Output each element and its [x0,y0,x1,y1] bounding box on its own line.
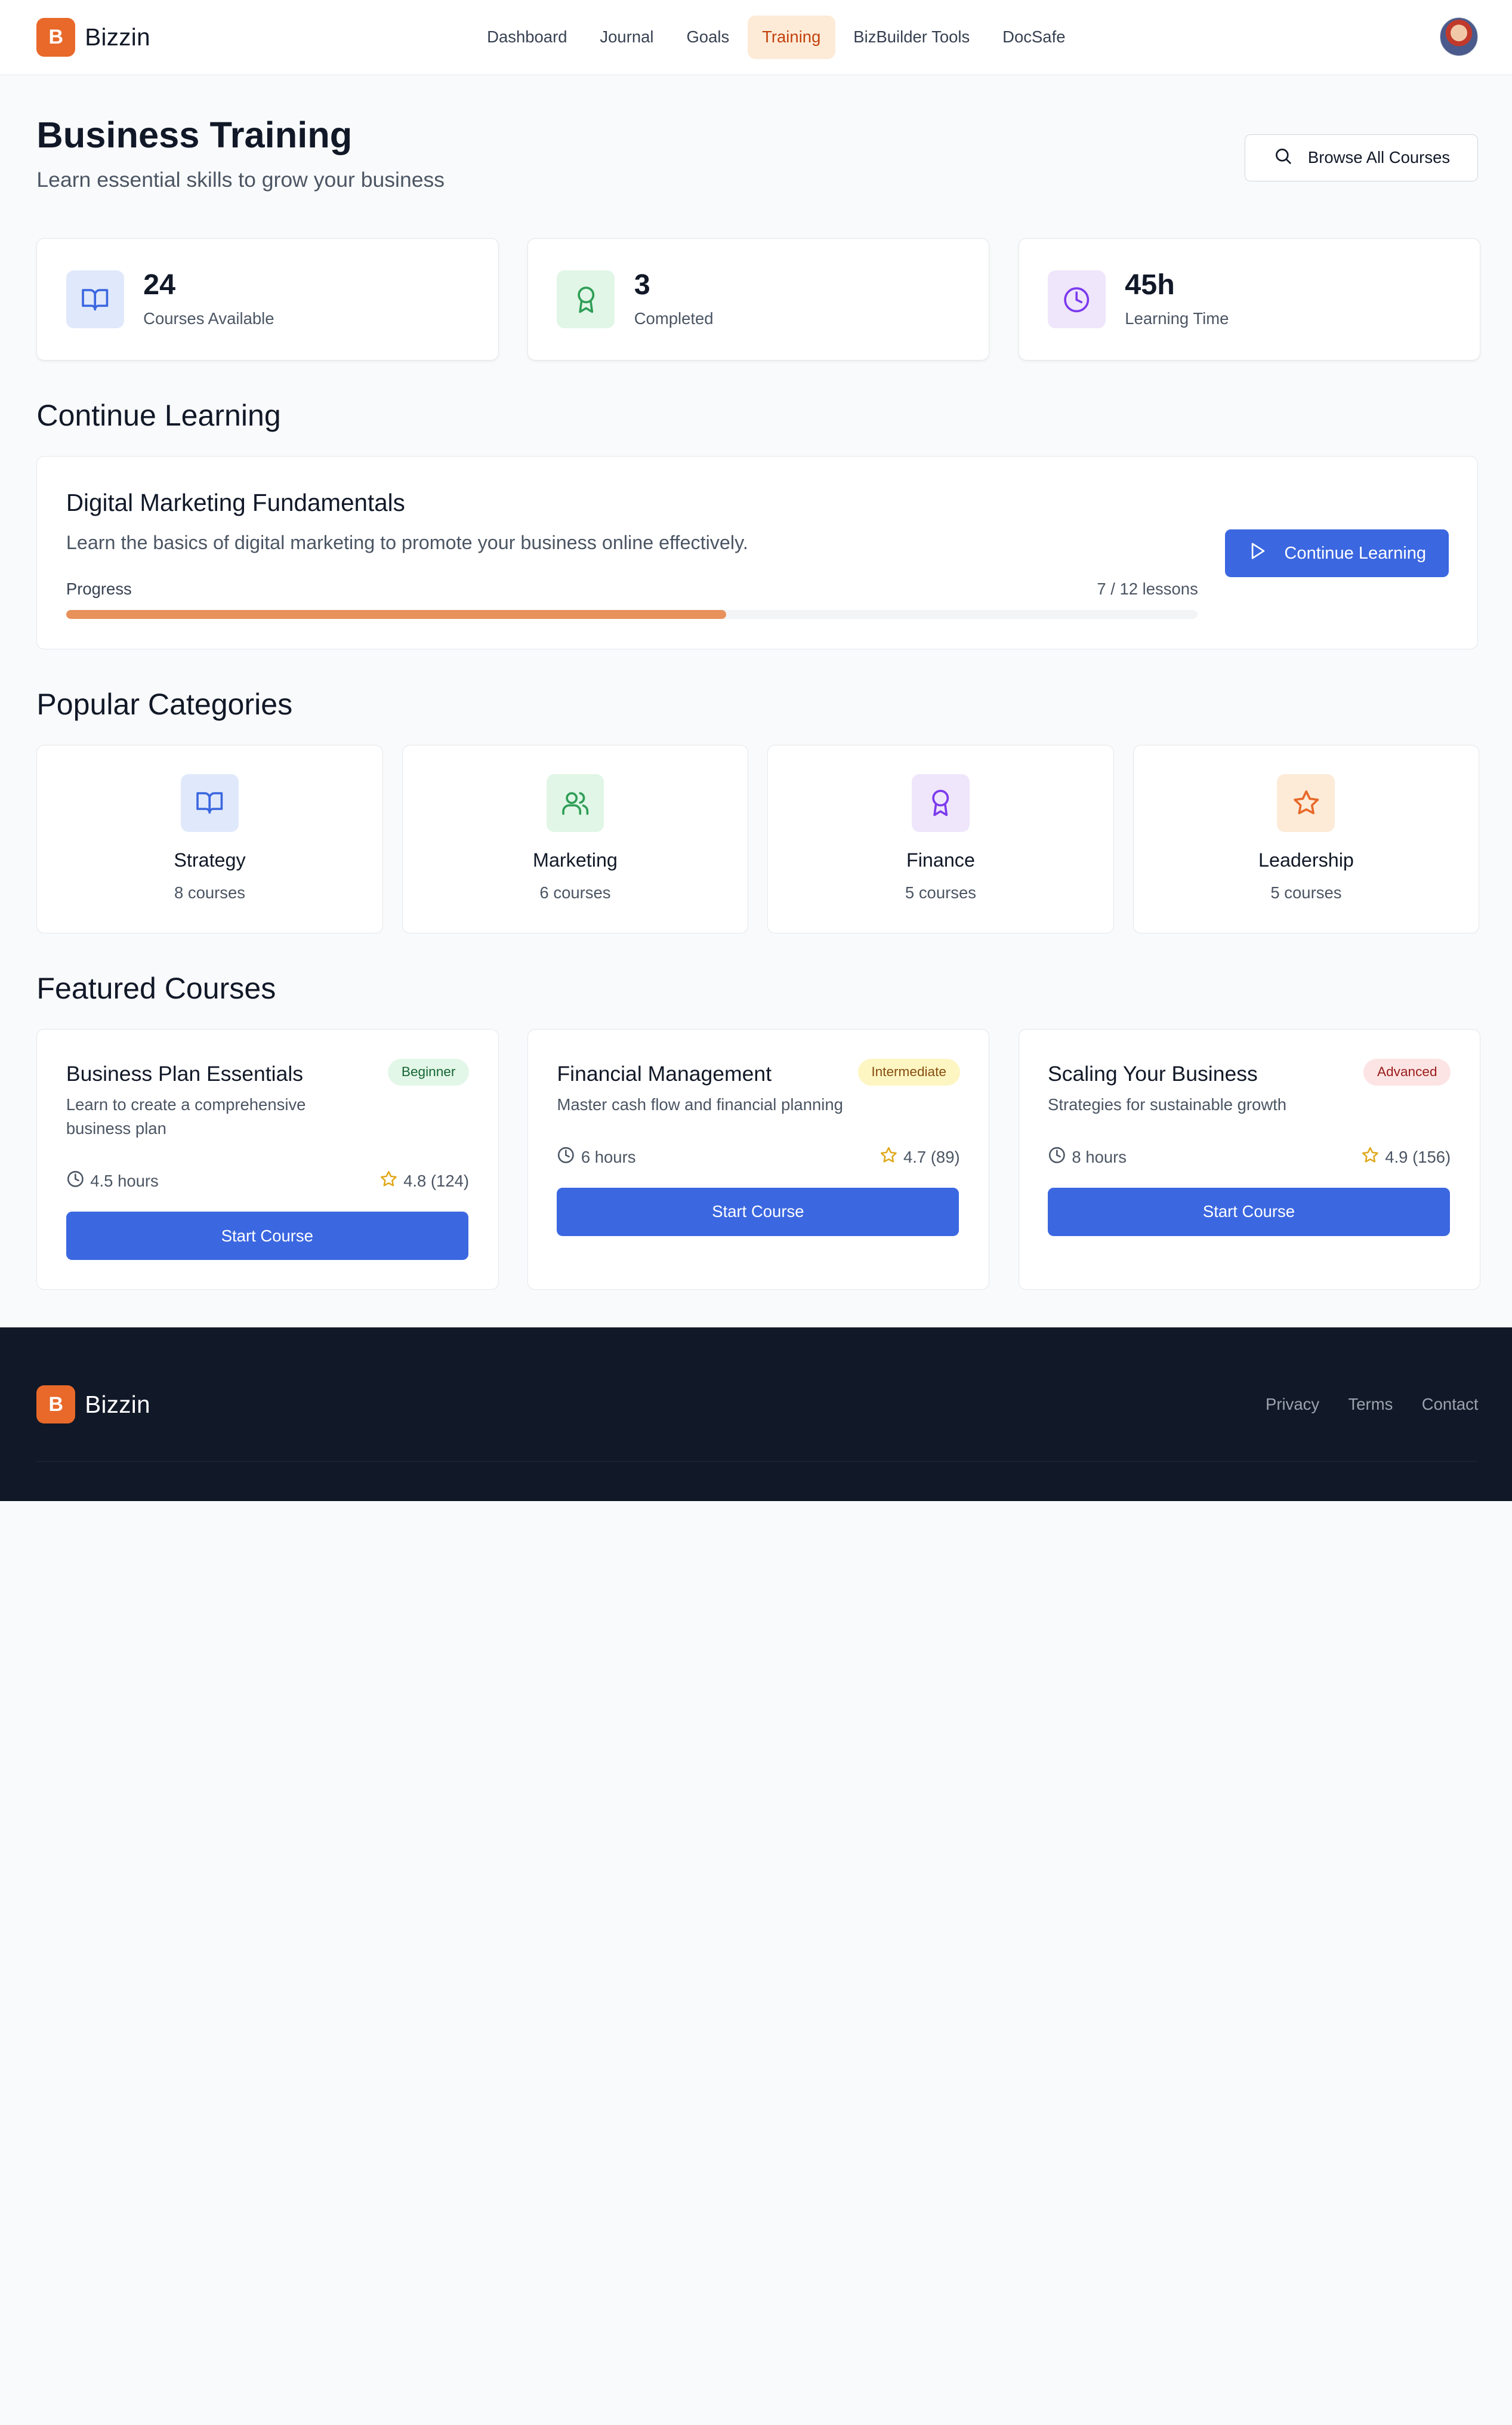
continue-learning-heading: Continue Learning [36,399,281,433]
start-course-button[interactable]: Start Course [557,1187,959,1236]
category-count: 6 courses [539,883,611,902]
featured-courses-grid: Beginner Business Plan Essentials Learn … [36,1029,1480,1290]
nav-item-dashboard[interactable]: Dashboard [473,16,582,59]
brand-name: Bizzin [85,1390,150,1418]
users-icon [546,774,604,833]
course-card: Beginner Business Plan Essentials Learn … [36,1029,499,1290]
top-navigation-bar: B Bizzin Dashboard Journal Goals Trainin… [0,0,1512,76]
course-duration: 8 hours [1072,1147,1127,1166]
level-badge: Intermediate [857,1058,960,1086]
category-name: Leadership [1258,849,1354,871]
star-icon [1277,774,1335,833]
footer-links: Privacy Terms Contact [1266,1395,1478,1414]
category-card-marketing[interactable]: Marketing 6 courses [402,744,749,934]
book-open-icon [181,774,239,833]
course-duration: 6 hours [581,1147,636,1166]
star-icon [880,1146,898,1169]
course-description: Master cash flow and financial planning [557,1095,843,1114]
progress-bar-fill [66,610,726,619]
page-title: Business Training [36,114,353,156]
footer: B Bizzin Privacy Terms Contact [0,1327,1512,1501]
start-course-button[interactable]: Start Course [1048,1187,1450,1236]
category-name: Marketing [533,849,618,871]
clock-icon [66,1170,85,1193]
award-icon [557,270,615,329]
footer-link-terms[interactable]: Terms [1349,1395,1393,1414]
category-count: 5 courses [905,883,976,902]
clock-icon [557,1146,575,1169]
browse-all-courses-button[interactable]: Browse All Courses [1245,134,1479,181]
course-rating: 4.7 (89) [903,1147,960,1166]
book-open-icon [66,270,124,329]
course-duration: 4.5 hours [90,1172,159,1191]
stat-label: Learning Time [1125,309,1229,328]
footer-divider [36,1461,1479,1462]
progress-label: Progress [66,579,132,598]
play-icon [1248,541,1267,565]
continue-learning-card: Digital Marketing Fundamentals Learn the… [36,456,1479,649]
nav-item-bizbuilder-tools[interactable]: BizBuilder Tools [839,16,984,59]
category-card-finance[interactable]: Finance 5 courses [767,744,1114,934]
brand-name: Bizzin [85,23,150,51]
nav-item-journal[interactable]: Journal [585,16,668,59]
progress-count: 7 / 12 lessons [1097,579,1198,598]
page-subtitle: Learn essential skills to grow your busi… [36,168,445,192]
brand-logo: B [36,1385,76,1424]
browse-all-courses-label: Browse All Courses [1307,148,1451,167]
course-card: Advanced Scaling Your Business Strategie… [1018,1029,1480,1290]
brand-logo: B [36,18,76,57]
course-meta: 8 hours 4.9 (156) [1048,1146,1451,1169]
course-description: Strategies for sustainable growth [1048,1095,1287,1114]
footer-brand[interactable]: B Bizzin [36,1385,150,1424]
course-card: Intermediate Financial Management Master… [527,1029,990,1290]
continue-learning-label: Continue Learning [1284,543,1427,563]
featured-courses-heading: Featured Courses [36,972,276,1006]
category-card-leadership[interactable]: Leadership 5 courses [1133,744,1480,934]
nav-item-goals[interactable]: Goals [672,16,743,59]
award-icon [911,774,970,833]
stat-value: 3 [634,269,650,301]
stat-label: Completed [634,309,714,328]
level-badge: Advanced [1363,1058,1451,1086]
start-course-button[interactable]: Start Course [66,1212,468,1261]
stat-card-learning-time: 45h Learning Time [1018,238,1480,361]
page: B Bizzin Dashboard Journal Goals Trainin… [0,0,1512,1501]
clock-icon [1048,270,1106,329]
course-description: Learn to create a comprehensive business… [66,1095,306,1138]
stat-value: 24 [143,269,176,301]
nav-item-docsafe[interactable]: DocSafe [988,16,1080,59]
continue-learning-button[interactable]: Continue Learning [1225,529,1449,578]
level-badge: Beginner [388,1058,470,1086]
stat-value: 45h [1125,269,1175,301]
course-meta: 6 hours 4.7 (89) [557,1146,960,1169]
star-icon [379,1170,398,1193]
category-name: Finance [906,849,975,871]
progress-bar [66,610,1198,619]
categories-grid: Strategy 8 courses Marketing 6 courses F… [36,744,1480,934]
category-name: Strategy [174,849,246,871]
footer-link-privacy[interactable]: Privacy [1266,1395,1319,1414]
category-count: 5 courses [1270,883,1342,902]
page-header: Business Training Learn essential skills… [36,114,445,192]
category-card-strategy[interactable]: Strategy 8 courses [36,744,383,934]
brand[interactable]: B Bizzin [36,18,150,57]
star-icon [1361,1146,1380,1169]
popular-categories-heading: Popular Categories [36,687,293,721]
clock-icon [1048,1146,1066,1169]
main-nav: Dashboard Journal Goals Training BizBuil… [473,15,1080,59]
course-meta: 4.5 hours 4.8 (124) [66,1170,469,1193]
course-description: Learn the basics of digital marketing to… [66,532,748,554]
nav-item-training[interactable]: Training [747,15,835,59]
course-rating: 4.8 (124) [403,1172,470,1191]
stat-card-completed: 3 Completed [527,238,990,361]
footer-link-contact[interactable]: Contact [1422,1395,1479,1414]
stat-card-courses: 24 Courses Available [36,238,499,361]
search-icon [1273,146,1292,170]
course-title: Digital Marketing Fundamentals [66,488,405,516]
stats-row: 24 Courses Available 3 Completed 45h Lea… [36,238,1480,361]
course-rating: 4.9 (156) [1385,1147,1451,1166]
category-count: 8 courses [174,883,246,902]
user-avatar[interactable] [1439,17,1479,56]
stat-label: Courses Available [143,309,274,328]
